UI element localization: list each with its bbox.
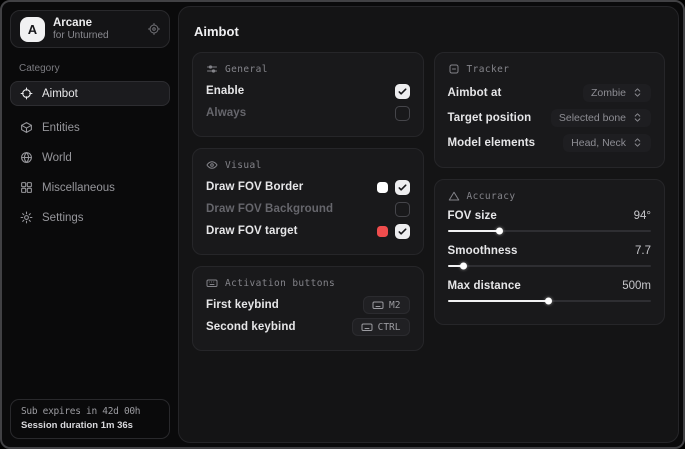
check-icon [397, 226, 408, 237]
smoothness-slider[interactable] [448, 265, 652, 267]
enable-checkbox[interactable] [395, 84, 410, 99]
chevrons-up-down-icon [632, 87, 643, 98]
accuracy-card: Accuracy FOV size 94° [434, 179, 666, 325]
setting-row-second-keybind: Second keybind CTRL [206, 316, 410, 338]
app-name: Arcane [53, 17, 109, 30]
page-title: Aimbot [194, 24, 665, 39]
setting-row-always: Always [206, 102, 410, 124]
fov-background-checkbox[interactable] [395, 202, 410, 217]
section-title: Tracker [467, 64, 510, 75]
setting-row-smoothness: Smoothness 7.7 [448, 242, 652, 267]
slider-thumb[interactable] [460, 263, 467, 270]
globe-icon [20, 151, 33, 164]
setting-row-fov-size: FOV size 94° [448, 207, 652, 232]
main-panel: Aimbot General Enable Alw [178, 6, 679, 443]
setting-row-fov-background: Draw FOV Background [206, 198, 410, 220]
app-subtitle: for Unturned [53, 30, 109, 42]
max-distance-value: 500m [622, 280, 651, 292]
crosshair-icon [20, 87, 33, 100]
sidebar-item-label: Aimbot [42, 88, 78, 100]
session-duration-text: Session duration 1m 36s [21, 420, 159, 431]
section-title: Accuracy [467, 191, 516, 202]
sidebar-item-label: Entities [42, 122, 80, 134]
fov-target-checkbox[interactable] [395, 224, 410, 239]
app-window: A Arcane for Unturned Category Aimbot En… [0, 0, 685, 449]
setting-row-enable: Enable [206, 80, 410, 102]
app-logo: A [20, 17, 45, 42]
scan-icon [448, 63, 460, 75]
sub-expiry-text: Sub expires in 42d 00h [21, 406, 159, 417]
category-label: Category [19, 63, 170, 74]
box-icon [20, 121, 33, 134]
fov-border-color-swatch[interactable] [377, 182, 388, 193]
sidebar-nav: Aimbot Entities World Miscellaneous Sett… [10, 81, 170, 230]
sidebar-item-label: Settings [42, 212, 84, 224]
slider-thumb[interactable] [496, 228, 503, 235]
max-distance-slider[interactable] [448, 300, 652, 302]
keyboard-icon [361, 321, 373, 333]
section-title: Activation buttons [225, 278, 335, 289]
sidebar-item-label: Miscellaneous [42, 182, 115, 194]
setting-row-aimbot-at: Aimbot at Zombie [448, 80, 652, 105]
app-header: A Arcane for Unturned [10, 10, 170, 48]
smoothness-value: 7.7 [635, 245, 651, 257]
sidebar-item-settings[interactable]: Settings [10, 205, 170, 230]
chevrons-up-down-icon [632, 112, 643, 123]
first-keybind-button[interactable]: M2 [363, 296, 409, 314]
general-card: General Enable Always [192, 52, 424, 137]
setting-row-first-keybind: First keybind M2 [206, 294, 410, 316]
slider-thumb[interactable] [545, 298, 552, 305]
activation-card: Activation buttons First keybind M2 Seco… [192, 266, 424, 351]
sidebar-item-entities[interactable]: Entities [10, 115, 170, 140]
scope-icon[interactable] [148, 23, 160, 35]
chevrons-up-down-icon [632, 137, 643, 148]
setting-row-max-distance: Max distance 500m [448, 277, 652, 302]
setting-row-target-position: Target position Selected bone [448, 105, 652, 130]
setting-row-fov-target: Draw FOV target [206, 220, 410, 242]
sidebar-item-aimbot[interactable]: Aimbot [10, 81, 170, 106]
fov-size-value: 94° [634, 210, 651, 222]
sidebar: A Arcane for Unturned Category Aimbot En… [2, 2, 178, 447]
section-title: Visual [225, 160, 262, 171]
always-checkbox[interactable] [395, 106, 410, 121]
setting-row-fov-border: Draw FOV Border [206, 176, 410, 198]
eye-icon [206, 159, 218, 171]
model-elements-select[interactable]: Head, Neck [563, 134, 651, 152]
visual-card: Visual Draw FOV Border Draw FOV Backgrou… [192, 148, 424, 255]
fov-target-color-swatch[interactable] [377, 226, 388, 237]
gear-icon [20, 211, 33, 224]
aimbot-at-select[interactable]: Zombie [583, 84, 651, 102]
keyboard-icon [372, 299, 384, 311]
second-keybind-button[interactable]: CTRL [352, 318, 410, 336]
keyboard-icon [206, 277, 218, 289]
grid-icon [20, 181, 33, 194]
triangle-icon [448, 190, 460, 202]
check-icon [397, 86, 408, 97]
check-icon [397, 182, 408, 193]
sidebar-item-world[interactable]: World [10, 145, 170, 170]
sidebar-item-label: World [42, 152, 72, 164]
setting-row-model-elements: Model elements Head, Neck [448, 130, 652, 155]
sidebar-item-miscellaneous[interactable]: Miscellaneous [10, 175, 170, 200]
subscription-status: Sub expires in 42d 00h Session duration … [10, 399, 170, 439]
tracker-card: Tracker Aimbot at Zombie Target position… [434, 52, 666, 168]
fov-size-slider[interactable] [448, 230, 652, 232]
fov-border-checkbox[interactable] [395, 180, 410, 195]
section-title: General [225, 64, 268, 75]
target-position-select[interactable]: Selected bone [551, 109, 651, 127]
sliders-icon [206, 63, 218, 75]
